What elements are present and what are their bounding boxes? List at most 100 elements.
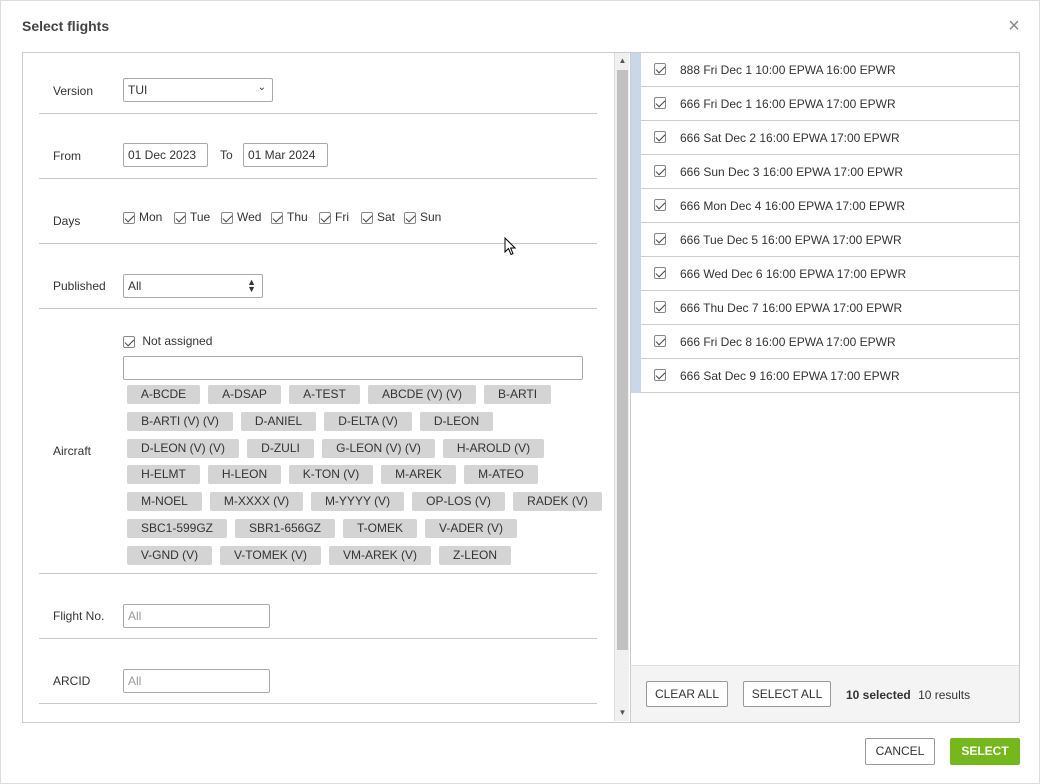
aircraft-chip[interactable]: A-BCDE: [127, 385, 200, 404]
day-checkbox-sun[interactable]: Sun: [404, 210, 441, 224]
days-checkbox-group: Mon Tue Wed Thu Fri Sat Sun: [123, 210, 523, 226]
flight-checkbox[interactable]: [654, 233, 666, 245]
day-checkbox-tue[interactable]: Tue: [174, 210, 210, 224]
flight-label: 666 Wed Dec 6 16:00 EPWA 17:00 EPWR: [680, 267, 907, 281]
flight-checkbox[interactable]: [654, 165, 666, 177]
aircraft-chip[interactable]: M-XXXX (V): [210, 492, 303, 511]
not-assigned-checkbox[interactable]: Not assigned: [123, 334, 212, 348]
flight-row[interactable]: 666 Sat Dec 9 16:00 EPWA 17:00 EPWR: [631, 359, 1019, 393]
flight-row[interactable]: 666 Sun Dec 3 16:00 EPWA 17:00 EPWR: [631, 155, 1019, 189]
published-label: Published: [53, 279, 106, 293]
checkbox[interactable]: [221, 211, 233, 224]
aircraft-chip[interactable]: D-LEON: [420, 412, 493, 431]
aircraft-chip[interactable]: V-ADER (V): [425, 519, 517, 538]
day-checkbox-mon[interactable]: Mon: [123, 210, 162, 224]
day-label: Wed: [237, 210, 262, 224]
flight-row[interactable]: 666 Sat Dec 2 16:00 EPWA 17:00 EPWR: [631, 121, 1019, 155]
scroll-thumb[interactable]: [617, 70, 628, 650]
close-icon[interactable]: ×: [1005, 16, 1023, 36]
aircraft-chip[interactable]: V-GND (V): [127, 546, 212, 565]
aircraft-chip[interactable]: A-DSAP: [208, 385, 281, 404]
aircraft-chip[interactable]: G-LEON (V) (V): [322, 439, 435, 458]
clear-all-button[interactable]: CLEAR ALL: [646, 681, 728, 707]
flight-checkbox[interactable]: [654, 63, 666, 75]
to-date-input[interactable]: 01 Mar 2024: [243, 143, 328, 167]
flight-label: 888 Fri Dec 1 10:00 EPWA 16:00 EPWR: [680, 63, 896, 77]
flight-label: 666 Thu Dec 7 16:00 EPWA 17:00 EPWR: [680, 301, 903, 315]
checkbox[interactable]: [174, 211, 186, 224]
row-stripe: [631, 223, 641, 257]
checkbox[interactable]: [271, 211, 283, 224]
day-checkbox-sat[interactable]: Sat: [361, 210, 395, 224]
day-checkbox-thu[interactable]: Thu: [271, 210, 308, 224]
aircraft-chip[interactable]: M-NOEL: [127, 492, 202, 511]
cancel-button[interactable]: CANCEL: [865, 738, 935, 765]
aircraft-chip[interactable]: V-TOMEK (V): [220, 546, 321, 565]
arcid-input[interactable]: All: [123, 669, 270, 693]
aircraft-chip[interactable]: ABCDE (V) (V): [368, 385, 476, 404]
checkbox[interactable]: [404, 211, 416, 224]
version-select[interactable]: TUI ⌄: [123, 78, 273, 102]
aircraft-chip[interactable]: RADEK (V): [513, 492, 602, 511]
aircraft-chip[interactable]: H-LEON: [208, 465, 281, 484]
day-checkbox-wed[interactable]: Wed: [221, 210, 261, 224]
row-stripe: [631, 121, 641, 155]
aircraft-chip[interactable]: Z-LEON: [439, 546, 511, 565]
flight-checkbox[interactable]: [654, 335, 666, 347]
aircraft-chip[interactable]: M-AREK: [381, 465, 456, 484]
flight-row[interactable]: 666 Wed Dec 6 16:00 EPWA 17:00 EPWR: [631, 257, 1019, 291]
aircraft-chip[interactable]: SBR1-656GZ: [235, 519, 335, 538]
checkbox[interactable]: [123, 335, 135, 348]
flight-checkbox[interactable]: [654, 369, 666, 381]
aircraft-chip[interactable]: D-ZULI: [247, 439, 314, 458]
aircraft-search-input[interactable]: [123, 356, 583, 380]
from-date-input[interactable]: 01 Dec 2023: [123, 143, 208, 167]
flight-no-label: Flight No.: [53, 609, 105, 623]
aircraft-chip[interactable]: H-ELMT: [127, 465, 200, 484]
scroll-down-icon[interactable]: ▼: [615, 706, 630, 720]
aircraft-chip[interactable]: A-TEST: [289, 385, 360, 404]
row-stripe: [631, 257, 641, 291]
aircraft-chip[interactable]: VM-AREK (V): [329, 546, 431, 565]
checkbox[interactable]: [361, 211, 373, 224]
checkbox[interactable]: [123, 211, 135, 224]
scroll-up-icon[interactable]: ▲: [615, 54, 630, 68]
row-stripe: [631, 53, 641, 87]
day-label: Fri: [335, 210, 349, 224]
checkbox[interactable]: [319, 211, 331, 224]
flight-row[interactable]: 666 Mon Dec 4 16:00 EPWA 17:00 EPWR: [631, 189, 1019, 223]
aircraft-chip[interactable]: B-ARTI: [484, 385, 551, 404]
flight-checkbox[interactable]: [654, 267, 666, 279]
row-stripe: [631, 155, 641, 189]
flight-row[interactable]: 888 Fri Dec 1 10:00 EPWA 16:00 EPWR: [631, 53, 1019, 87]
flight-row[interactable]: 666 Fri Dec 8 16:00 EPWA 17:00 EPWR: [631, 325, 1019, 359]
flight-checkbox[interactable]: [654, 301, 666, 313]
aircraft-chip[interactable]: OP-LOS (V): [412, 492, 505, 511]
from-label: From: [53, 149, 81, 163]
aircraft-chip[interactable]: T-OMEK: [343, 519, 417, 538]
aircraft-chip[interactable]: M-YYYY (V): [311, 492, 404, 511]
filter-scrollbar[interactable]: ▲ ▼: [614, 53, 629, 721]
flight-checkbox[interactable]: [654, 97, 666, 109]
aircraft-chip[interactable]: B-ARTI (V) (V): [127, 412, 233, 431]
aircraft-chip[interactable]: M-ATEO: [464, 465, 538, 484]
flight-row[interactable]: 666 Fri Dec 1 16:00 EPWA 17:00 EPWR: [631, 87, 1019, 121]
flight-label: 666 Sat Dec 9 16:00 EPWA 17:00 EPWR: [680, 369, 900, 383]
day-checkbox-fri[interactable]: Fri: [319, 210, 349, 224]
aircraft-chip[interactable]: K-TON (V): [289, 465, 373, 484]
flight-row[interactable]: 666 Thu Dec 7 16:00 EPWA 17:00 EPWR: [631, 291, 1019, 325]
published-select[interactable]: All ▲ ▼: [123, 274, 263, 298]
select-button[interactable]: SELECT: [950, 738, 1020, 765]
selection-count: 10 selected 10 results: [846, 688, 970, 702]
flight-no-input[interactable]: All: [123, 604, 270, 628]
version-label: Version: [53, 84, 94, 98]
flight-checkbox[interactable]: [654, 131, 666, 143]
flight-checkbox[interactable]: [654, 199, 666, 211]
aircraft-chip[interactable]: D-LEON (V) (V): [127, 439, 239, 458]
aircraft-chip[interactable]: D-ELTA (V): [324, 412, 412, 431]
flight-row[interactable]: 666 Tue Dec 5 16:00 EPWA 17:00 EPWR: [631, 223, 1019, 257]
aircraft-chip[interactable]: H-AROLD (V): [443, 439, 544, 458]
aircraft-chip[interactable]: SBC1-599GZ: [127, 519, 227, 538]
select-all-button[interactable]: SELECT ALL: [743, 681, 831, 707]
aircraft-chip[interactable]: D-ANIEL: [241, 412, 316, 431]
